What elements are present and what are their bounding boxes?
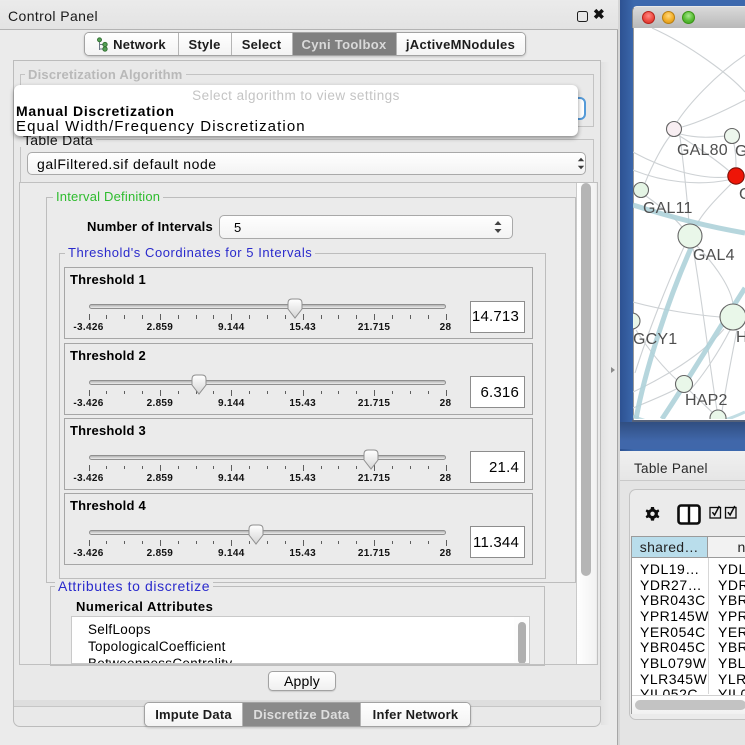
svg-text:GAL11: GAL11 [643,200,693,217]
svg-text:HAP2: HAP2 [685,392,728,409]
svg-text:GCY1: GCY1 [633,331,677,348]
svg-text:GAL80: GAL80 [677,142,728,159]
svg-text:GAL4: GAL4 [693,247,735,264]
svg-text:HI: HI [736,329,745,346]
svg-text:CR: CR [739,186,745,203]
svg-text:GA: GA [735,143,745,160]
